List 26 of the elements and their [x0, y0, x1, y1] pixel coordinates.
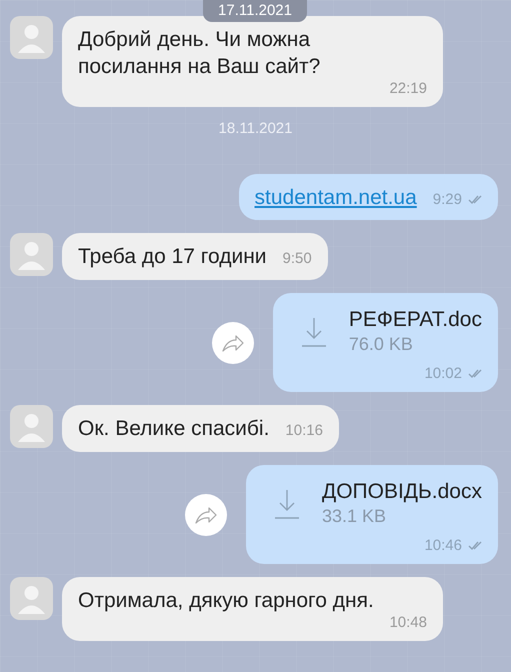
- link[interactable]: studentam.net.ua: [254, 186, 417, 210]
- avatar-icon: [10, 233, 53, 276]
- message-text: Отримала, дякую гарного дня.: [78, 588, 374, 614]
- file-name: РЕФЕРАТ.doc: [348, 307, 482, 333]
- message-text: Ок. Велике спасибі.: [78, 416, 270, 442]
- avatar-icon: [10, 577, 53, 620]
- date-label: 18.11.2021: [218, 120, 292, 137]
- download-icon: [274, 488, 300, 518]
- file-size: 76.0 KB: [348, 333, 414, 355]
- message-text: Треба до 17 години: [78, 244, 267, 270]
- message-time: 10:16: [285, 422, 323, 439]
- message-time: 10:02: [424, 365, 462, 382]
- share-button[interactable]: [184, 494, 227, 536]
- file-size: 33.1 KB: [322, 505, 388, 527]
- avatar-icon: [10, 16, 53, 59]
- message-time: 9:50: [282, 250, 312, 267]
- avatar-icon: [10, 405, 53, 448]
- message-time: 10:48: [389, 614, 427, 631]
- date-label: 17.11.2021: [203, 0, 307, 22]
- file-name: ДОПОВІДЬ.docx: [322, 479, 482, 505]
- message-time: 9:29: [432, 191, 462, 208]
- download-icon: [300, 316, 327, 346]
- share-button[interactable]: [212, 322, 254, 364]
- message-text: Добрий день. Чи можна посилання на Ваш сайт?: [78, 27, 322, 80]
- message-time: 10:46: [424, 537, 462, 554]
- message-time: 22:19: [389, 80, 427, 97]
